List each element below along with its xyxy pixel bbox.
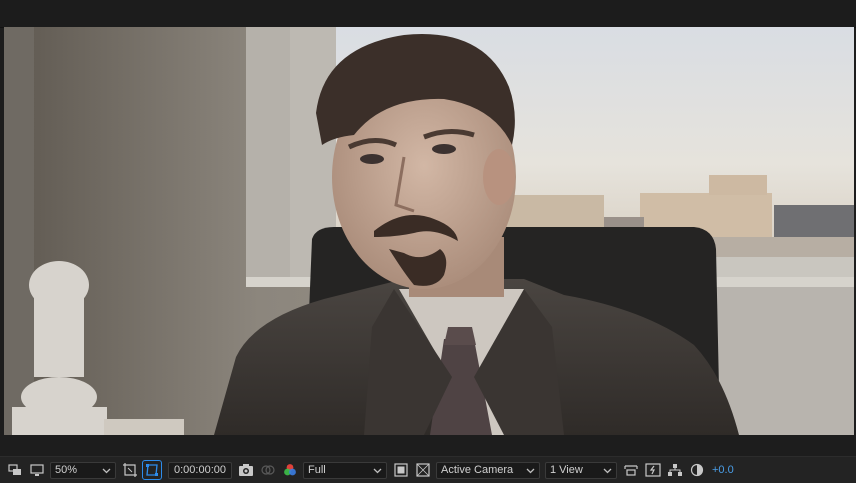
viewer-bottom-gap [0, 435, 856, 456]
reset-view-icon[interactable] [622, 461, 640, 479]
camera-dropdown[interactable]: Active Camera [436, 461, 540, 479]
monitor-icon[interactable] [28, 461, 46, 479]
viewer-toolbar: 50% 0:00:00:00 Full Active Camera 1 View… [0, 456, 856, 483]
camera-value: Active Camera [441, 464, 514, 476]
resolution-dropdown[interactable]: Full [303, 461, 387, 479]
transparency-grid-icon[interactable] [142, 460, 162, 480]
comp-flowchart-icon[interactable] [666, 461, 684, 479]
composition-panel: 50% 0:00:00:00 Full Active Camera 1 View… [0, 0, 856, 483]
magnification-value: 50% [55, 464, 78, 476]
panel-header-strip [0, 0, 856, 28]
viewer-frame-image [4, 27, 854, 435]
exposure-reset-icon[interactable] [688, 461, 706, 479]
resolution-value: Full [308, 464, 326, 476]
chevron-down-icon [526, 468, 535, 473]
chevron-down-icon [373, 468, 382, 473]
exposure-value[interactable]: +0.0 [712, 464, 734, 476]
fast-preview-icon[interactable] [392, 461, 410, 479]
view-layout-dropdown[interactable]: 1 View [545, 461, 617, 479]
composition-viewer[interactable] [4, 27, 854, 435]
magnification-dropdown[interactable]: 50% [50, 461, 116, 479]
chevron-down-icon [603, 468, 612, 473]
chevron-down-icon [102, 468, 111, 473]
show-snapshot-icon[interactable] [259, 461, 277, 479]
timeline-icon[interactable] [644, 461, 662, 479]
region-of-interest-icon[interactable] [121, 461, 139, 479]
current-time-display[interactable]: 0:00:00:00 [168, 461, 232, 479]
snapshot-camera-icon[interactable] [237, 461, 255, 479]
toggle-mask-icon[interactable] [414, 461, 432, 479]
view-layout-value: 1 View [550, 464, 583, 476]
channel-rgb-icon[interactable] [281, 461, 299, 479]
always-preview-icon[interactable] [6, 461, 24, 479]
